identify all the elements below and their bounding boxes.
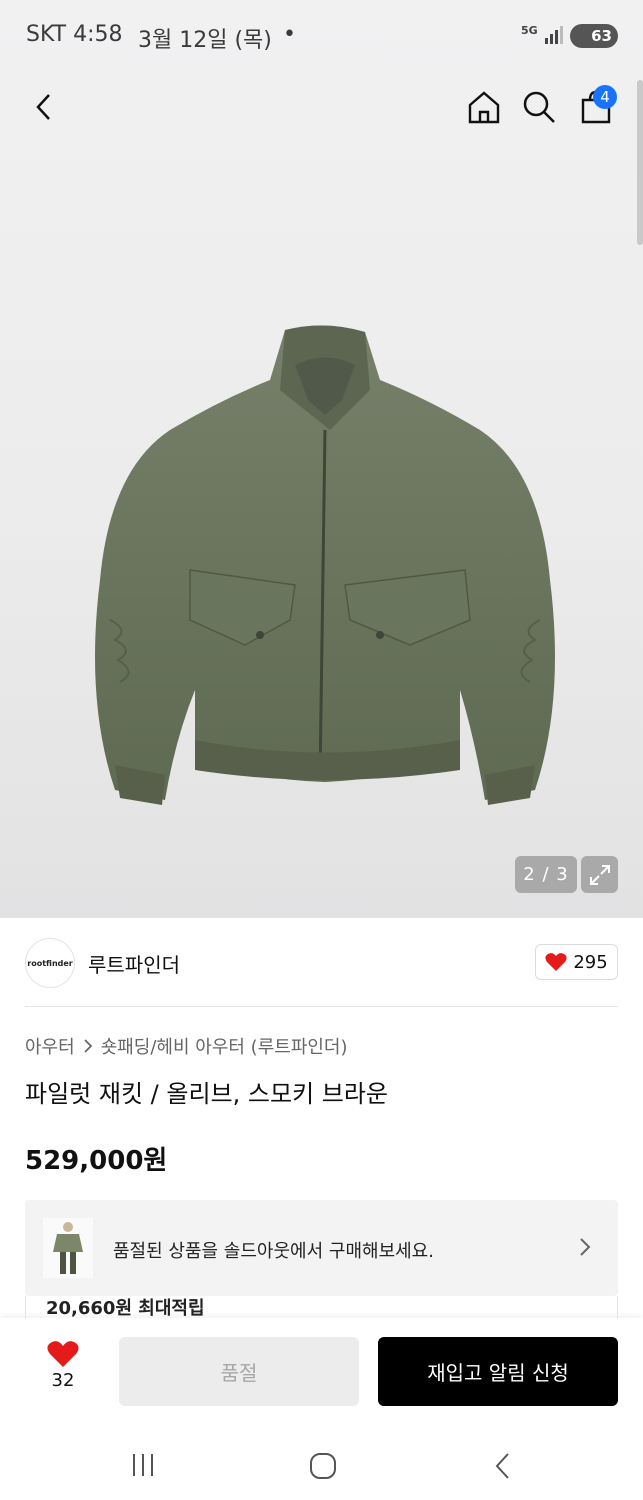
product-image[interactable]	[80, 320, 570, 820]
bottom-action-bar: 32 품절 재입고 알림 신청	[0, 1318, 643, 1420]
brand-like-button[interactable]: 295	[535, 944, 618, 980]
expand-image-button[interactable]	[581, 856, 618, 893]
back-button[interactable]	[22, 85, 66, 129]
points-text: 20,660원 최대적립	[46, 1298, 205, 1318]
back-system-icon[interactable]	[492, 1452, 514, 1480]
brand-name[interactable]: 루트파인더	[88, 949, 180, 978]
chevron-left-icon	[36, 94, 50, 120]
breadcrumb: 아우터 숏패딩/헤비 아우터 (루트파인더)	[25, 1033, 348, 1059]
breadcrumb-item[interactable]: 숏패딩/헤비 아우터 (루트파인더)	[101, 1033, 348, 1059]
home-system-icon[interactable]	[309, 1452, 337, 1480]
product-price: 529,000원	[25, 1146, 168, 1176]
chevron-right-icon	[84, 1039, 92, 1053]
status-dot: •	[283, 22, 296, 47]
home-button[interactable]	[462, 85, 506, 129]
scroll-indicator	[637, 80, 643, 245]
network-5g-icon: 5G	[521, 24, 538, 37]
brand-row: rootfinder 루트파인더 295	[0, 918, 643, 1006]
divider	[25, 1006, 618, 1007]
top-navigation	[0, 70, 643, 145]
heart-icon	[47, 1341, 79, 1367]
soldout-thumbnail	[43, 1218, 93, 1278]
status-date: 3월 12일 (목)	[138, 28, 272, 53]
signal-icon	[545, 26, 563, 44]
wish-count: 32	[51, 1370, 75, 1391]
soldout-banner[interactable]: 품절된 상품을 솔드아웃에서 구매해보세요.	[25, 1200, 618, 1296]
heart-icon	[545, 953, 567, 971]
product-title: 파일럿 재킷 / 올리브, 스모키 브라운	[25, 1080, 388, 1108]
breadcrumb-item[interactable]: 아우터	[25, 1033, 75, 1059]
restock-alert-button[interactable]: 재입고 알림 신청	[378, 1337, 618, 1406]
points-section: 20,660원 최대적립	[25, 1296, 618, 1318]
soldout-button[interactable]: 품절	[119, 1337, 359, 1406]
cart-badge: 4	[593, 85, 617, 109]
expand-icon	[589, 864, 610, 885]
search-button[interactable]	[517, 85, 561, 129]
battery-icon: 63	[570, 24, 618, 48]
chevron-right-icon	[580, 1238, 591, 1256]
system-navigation-bar	[0, 1420, 643, 1500]
status-bar: SKT 4:58 3월 12일 (목) • 5G 63	[0, 0, 643, 70]
status-carrier-time: SKT 4:58	[26, 22, 123, 47]
search-icon	[523, 91, 555, 123]
product-image-gallery[interactable]: SKT 4:58 3월 12일 (목) • 5G 63 4 2 / 3	[0, 0, 643, 918]
home-icon	[468, 91, 500, 124]
brand-like-count: 295	[573, 951, 608, 973]
recent-apps-icon[interactable]	[130, 1452, 158, 1478]
wish-button[interactable]: 32	[30, 1340, 96, 1400]
brand-logo[interactable]: rootfinder	[25, 938, 75, 988]
image-counter: 2 / 3	[515, 856, 577, 893]
soldout-banner-text: 품절된 상품을 솔드아웃에서 구매해보세요.	[113, 1241, 434, 1262]
